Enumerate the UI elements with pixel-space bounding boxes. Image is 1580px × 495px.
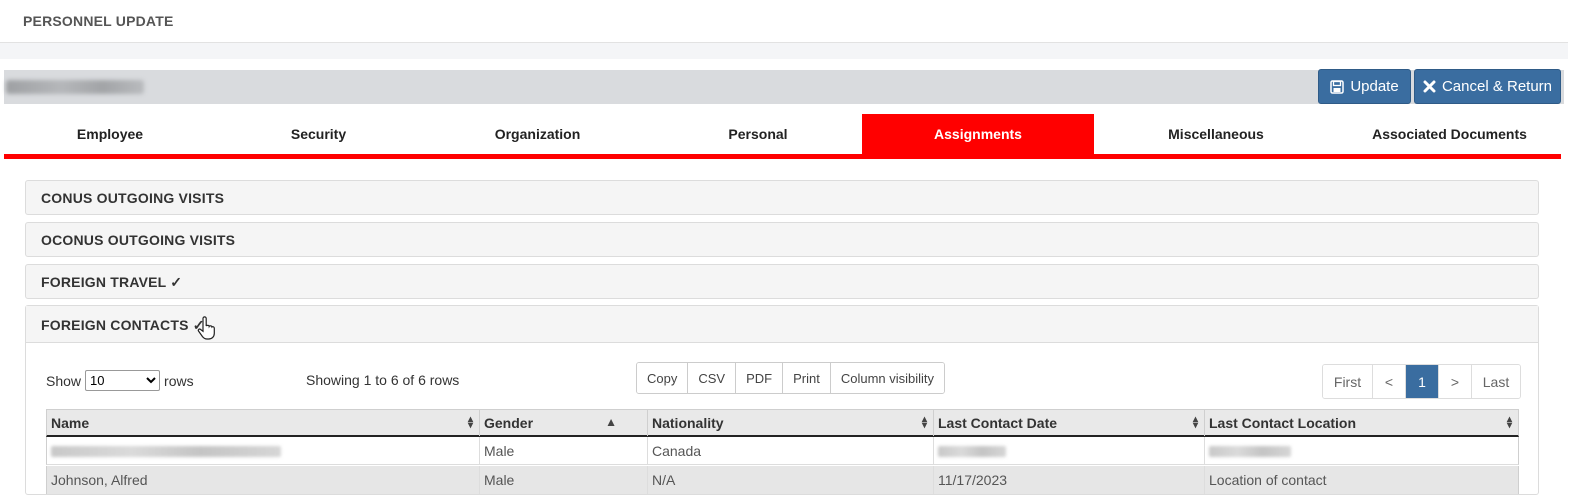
section-conus-outgoing-visits[interactable]: CONUS OUTGOING VISITS <box>25 180 1539 215</box>
tab-miscellaneous[interactable]: Miscellaneous <box>1094 114 1338 154</box>
header-gap <box>0 43 1568 59</box>
table-row[interactable]: Johnson, Alfred Male N/A 11/17/2023 Loca… <box>46 466 1519 494</box>
pager-next[interactable]: > <box>1439 365 1472 398</box>
tab-associated-documents[interactable]: Associated Documents <box>1338 114 1561 154</box>
table-row[interactable]: Male Canada <box>46 437 1519 465</box>
tab-employee[interactable]: Employee <box>4 114 216 154</box>
sort-icon: ▴ ▾ <box>467 414 473 431</box>
tab-underline <box>4 154 1561 159</box>
section-title: FOREIGN CONTACTS ✓ <box>41 317 205 333</box>
section-foreign-contacts-header[interactable]: FOREIGN CONTACTS ✓ <box>26 306 1538 343</box>
column-header-gender[interactable]: Gender ▲ <box>480 410 648 436</box>
redacted-text <box>1209 445 1291 457</box>
tab-security[interactable]: Security <box>216 114 421 154</box>
cell-gender: Male <box>480 466 648 494</box>
tab-personal[interactable]: Personal <box>654 114 862 154</box>
cell-last-contact-date: 11/17/2023 <box>934 466 1205 494</box>
cell-name <box>47 437 480 465</box>
page-header: PERSONNEL UPDATE <box>0 0 1568 43</box>
tab-organization[interactable]: Organization <box>421 114 654 154</box>
hand-cursor-icon <box>197 316 215 345</box>
sort-icon: ▴ ▾ <box>1506 414 1512 431</box>
column-header-name[interactable]: Name ▴ ▾ <box>47 410 480 436</box>
export-buttons: Copy CSV PDF Print Column visibility <box>636 362 946 394</box>
cell-last-contact-location: Location of contact <box>1209 472 1327 488</box>
column-header-nationality[interactable]: Nationality ▴ ▾ <box>648 410 934 436</box>
pager-last[interactable]: Last <box>1472 365 1520 398</box>
cell-last-contact-date <box>934 437 1205 465</box>
section-title: FOREIGN TRAVEL ✓ <box>41 274 183 290</box>
page-size-select[interactable]: 10 <box>85 370 161 391</box>
sort-icon: ▴ ▾ <box>921 414 927 431</box>
pager-first[interactable]: First <box>1323 365 1373 398</box>
column-header-last-contact-date[interactable]: Last Contact Date ▴ ▾ <box>934 410 1205 436</box>
section-title: OCONUS OUTGOING VISITS <box>41 232 236 248</box>
tab-assignments[interactable]: Assignments <box>862 114 1094 154</box>
csv-button[interactable]: CSV <box>688 363 737 393</box>
pager-page-1[interactable]: 1 <box>1406 365 1439 398</box>
sort-icon: ▴ ▾ <box>1192 414 1198 431</box>
sort-asc-icon: ▲ <box>605 415 617 429</box>
print-button[interactable]: Print <box>783 363 831 393</box>
column-header-last-contact-location[interactable]: Last Contact Location ▴ ▾ <box>1205 410 1518 436</box>
tab-bar: Employee Security Organization Personal … <box>4 114 1561 154</box>
section-title: CONUS OUTGOING VISITS <box>41 190 225 206</box>
section-oconus-outgoing-visits[interactable]: OCONUS OUTGOING VISITS <box>25 222 1539 257</box>
page-size-control: Show 10 rows <box>46 370 194 391</box>
pdf-button[interactable]: PDF <box>736 363 784 393</box>
show-label: Show <box>46 372 82 389</box>
cell-nationality: Canada <box>648 437 934 465</box>
cancel-return-button[interactable]: Cancel & Return <box>1414 69 1561 104</box>
redacted-text <box>51 445 281 457</box>
cell-name: Johnson, Alfred <box>47 466 480 494</box>
rows-label: rows <box>164 372 194 389</box>
update-label: Update <box>1350 78 1399 95</box>
page-title: PERSONNEL UPDATE <box>23 13 174 29</box>
copy-button[interactable]: Copy <box>637 363 689 393</box>
save-icon <box>1330 79 1345 94</box>
table-header: Name ▴ ▾ Gender ▲ Nationality ▴ ▾ Last Con… <box>46 409 1519 437</box>
cell-nationality: N/A <box>648 466 934 494</box>
cancel-return-label: Cancel & Return <box>1441 78 1553 95</box>
pagination: First < 1 > Last <box>1322 364 1521 399</box>
close-icon <box>1423 80 1436 93</box>
employee-name-redacted <box>6 80 144 94</box>
cell-gender: Male <box>480 437 648 465</box>
section-foreign-travel[interactable]: FOREIGN TRAVEL ✓ <box>25 264 1539 299</box>
redacted-text <box>938 445 1006 457</box>
column-visibility-button[interactable]: Column visibility <box>830 363 945 393</box>
update-button[interactable]: Update <box>1318 69 1411 104</box>
pager-prev[interactable]: < <box>1373 365 1406 398</box>
rows-info: Showing 1 to 6 of 6 rows <box>306 372 460 388</box>
cell-last-contact-location <box>1205 437 1518 465</box>
